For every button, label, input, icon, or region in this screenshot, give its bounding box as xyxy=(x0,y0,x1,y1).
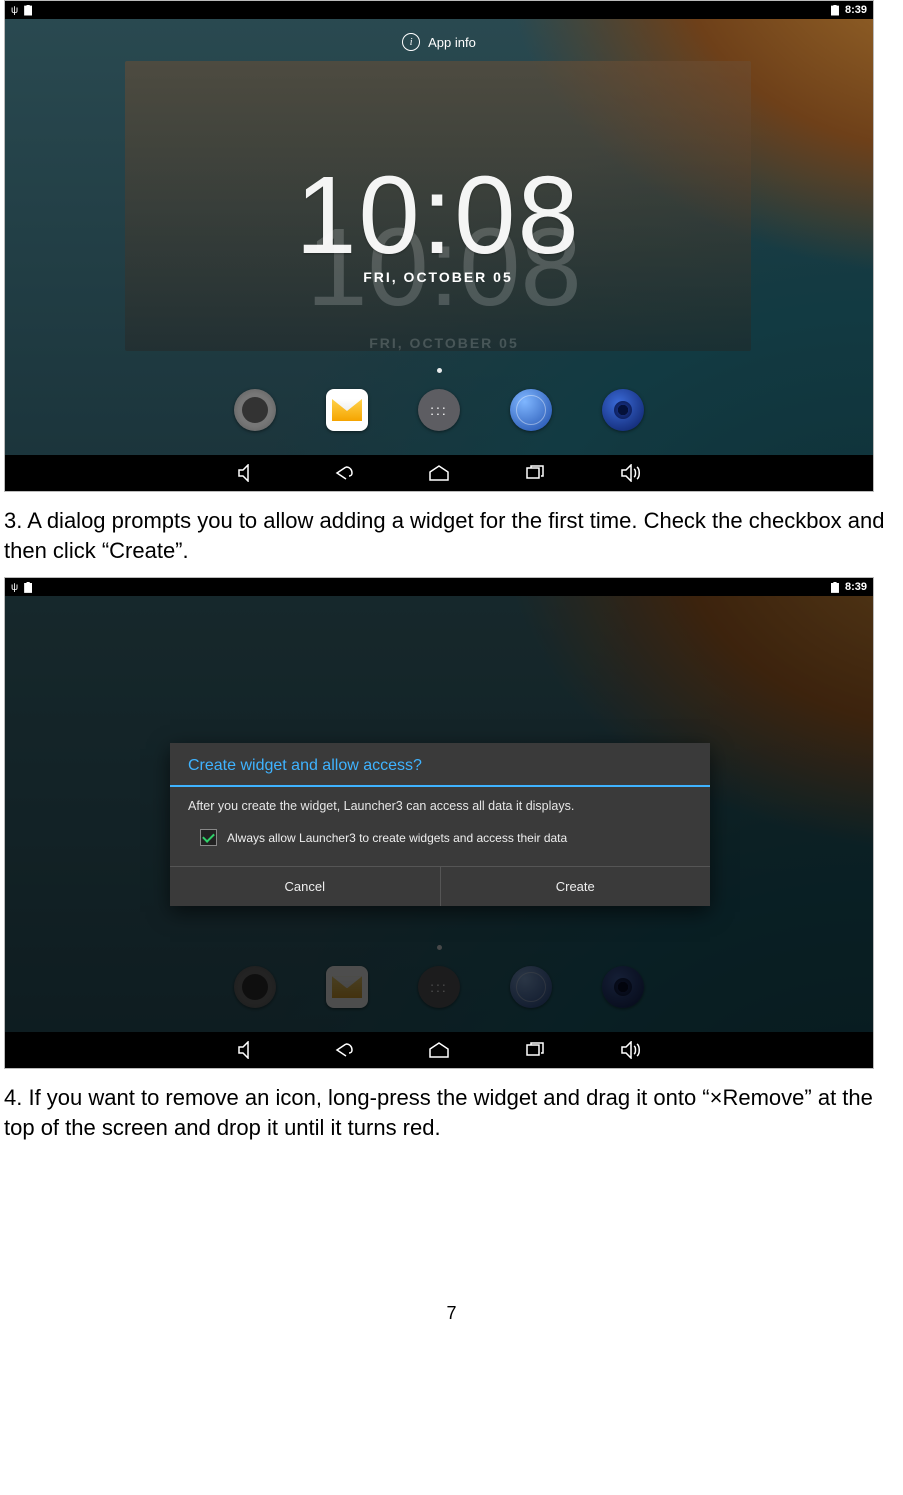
dialog-body: After you create the widget, Launcher3 c… xyxy=(170,787,710,819)
back-icon[interactable] xyxy=(330,1040,356,1060)
battery-icon xyxy=(831,582,839,593)
app-info-label: App info xyxy=(428,35,476,50)
page-number: 7 xyxy=(0,1303,903,1324)
recent-icon[interactable] xyxy=(522,1040,548,1060)
browser-icon[interactable] xyxy=(510,389,552,431)
back-icon[interactable] xyxy=(330,463,356,483)
app-info-pill[interactable]: i App info xyxy=(5,33,873,51)
clock-widget[interactable]: 10:08 FRI, OCTOBER 05 10:08 FRI, OCTOBER… xyxy=(125,61,751,351)
volume-up-icon[interactable] xyxy=(618,463,644,483)
step-4-text: 4. If you want to remove an icon, long-p… xyxy=(4,1083,899,1142)
battery-icon xyxy=(24,5,32,16)
clock-time: 10:08 xyxy=(125,166,751,265)
step-3-text: 3. A dialog prompts you to allow adding … xyxy=(4,506,899,565)
always-allow-row[interactable]: Always allow Launcher3 to create widgets… xyxy=(170,819,710,866)
create-button[interactable]: Create xyxy=(440,867,711,906)
info-icon: i xyxy=(402,33,420,51)
battery-icon xyxy=(831,5,839,16)
nav-bar xyxy=(5,1032,873,1068)
mail-icon[interactable] xyxy=(326,389,368,431)
volume-down-icon[interactable] xyxy=(234,463,260,483)
recent-icon[interactable] xyxy=(522,463,548,483)
status-time: 8:39 xyxy=(845,581,867,593)
music-icon[interactable] xyxy=(602,389,644,431)
checkbox-label: Always allow Launcher3 to create widgets… xyxy=(227,831,567,845)
battery-icon xyxy=(24,582,32,593)
app-drawer-icon[interactable]: ::: xyxy=(418,389,460,431)
checkbox-checked-icon[interactable] xyxy=(200,829,217,846)
status-bar: ψ 8:39 xyxy=(5,578,873,596)
screenshot-widget-preview: ψ 8:39 i App info 10:08 FRI, OCTOBER 05 … xyxy=(4,0,874,492)
home-icon[interactable] xyxy=(426,463,452,483)
status-time: 8:39 xyxy=(845,4,867,16)
dialog-title: Create widget and allow access? xyxy=(170,743,710,785)
volume-up-icon[interactable] xyxy=(618,1040,644,1060)
usb-icon: ψ xyxy=(11,582,18,593)
page-indicator xyxy=(5,368,873,373)
dock: ::: xyxy=(5,389,873,431)
settings-icon[interactable] xyxy=(234,389,276,431)
home-icon[interactable] xyxy=(426,1040,452,1060)
dialog-buttons: Cancel Create xyxy=(170,866,710,906)
cancel-button[interactable]: Cancel xyxy=(170,867,440,906)
usb-icon: ψ xyxy=(11,5,18,16)
screenshot-dialog: ψ 8:39 ::: Create widget and allow acces… xyxy=(4,577,874,1069)
volume-down-icon[interactable] xyxy=(234,1040,260,1060)
status-bar: ψ 8:39 xyxy=(5,1,873,19)
nav-bar xyxy=(5,455,873,491)
create-widget-dialog: Create widget and allow access? After yo… xyxy=(170,743,710,906)
